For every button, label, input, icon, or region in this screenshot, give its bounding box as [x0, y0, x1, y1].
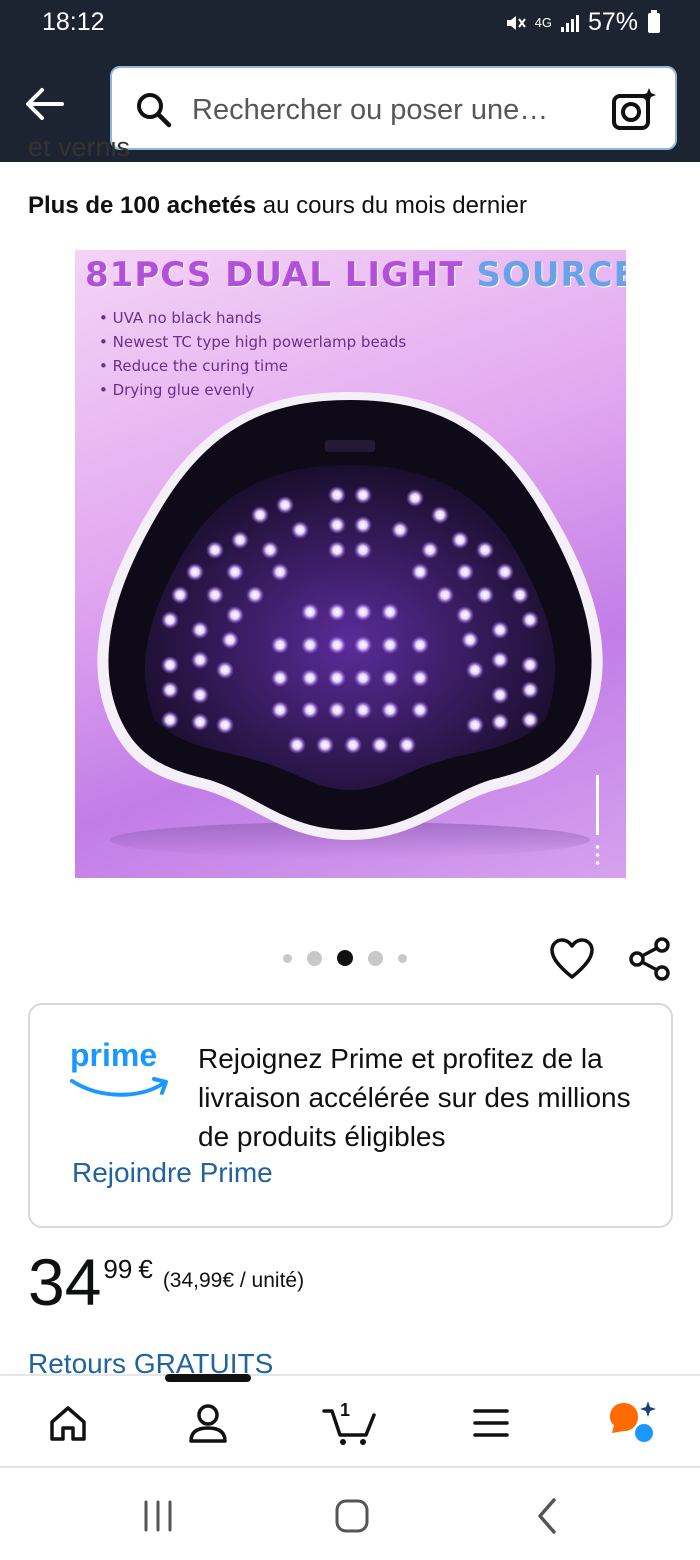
- nav-account[interactable]: [183, 1398, 233, 1448]
- cart-count: 1: [340, 1400, 351, 1420]
- image-bullet: UVA no black hands: [99, 306, 406, 330]
- image-bullet: Newest TC type high powerlamp beads: [99, 330, 407, 354]
- back-arrow-icon: [26, 88, 64, 120]
- price-currency: €: [138, 1254, 153, 1284]
- menu-icon: [473, 1409, 509, 1437]
- nav-active-indicator: [165, 1374, 251, 1382]
- camera-search-icon[interactable]: [611, 86, 657, 132]
- network-type: 4G: [534, 15, 552, 30]
- bottom-nav: 1: [0, 1374, 700, 1468]
- status-time: 18:12: [42, 8, 105, 36]
- share-icon[interactable]: [628, 936, 672, 982]
- system-nav-bar: [0, 1470, 700, 1560]
- purchase-count: Plus de 100 achetés au cours du mois der…: [28, 192, 527, 220]
- truncated-title: et vernis: [28, 140, 131, 162]
- top-bar: 18:12 4G 57%: [0, 0, 700, 162]
- price-fraction: 99: [103, 1254, 133, 1284]
- wishlist-heart-icon[interactable]: [549, 937, 595, 981]
- recent-apps-icon[interactable]: [136, 1496, 180, 1536]
- rufus-assistant-icon: [610, 1401, 656, 1442]
- image-bullet: Drying glue evenly: [99, 378, 406, 402]
- image-bullet: Reduce the curing time: [99, 354, 406, 378]
- purchase-count-bold: Plus de 100 achetés: [28, 192, 257, 219]
- carousel-dot-active[interactable]: [337, 950, 353, 966]
- search-bar[interactable]: [110, 66, 677, 150]
- purchase-count-rest: au cours du mois dernier: [256, 192, 527, 219]
- image-bullets: UVA no black hands Newest TC type high p…: [99, 306, 407, 402]
- battery-icon: [648, 9, 660, 33]
- product-image[interactable]: 81PCS DUAL LIGHT SOURCE UVA no black han…: [75, 250, 626, 878]
- home-button-icon[interactable]: [330, 1496, 374, 1536]
- nav-home[interactable]: [43, 1398, 93, 1448]
- signal-icon: [560, 14, 579, 32]
- prime-logo-text: prime: [70, 1037, 158, 1073]
- search-icon: [137, 93, 172, 128]
- prime-message: Rejoignez Prime et profitez de la livrai…: [198, 1043, 631, 1152]
- system-back-icon[interactable]: [526, 1496, 570, 1536]
- carousel-dot[interactable]: [307, 950, 322, 966]
- carousel-dots[interactable]: [283, 950, 407, 966]
- user-icon: [189, 1404, 227, 1443]
- nav-menu[interactable]: [466, 1398, 516, 1448]
- price-whole: 34: [28, 1245, 102, 1319]
- prime-logo: prime: [70, 1037, 175, 1107]
- image-headline: 81PCS DUAL LIGHT SOURCE: [85, 255, 626, 295]
- home-icon: [50, 1406, 86, 1441]
- back-button[interactable]: [20, 80, 68, 128]
- prime-smile-icon: [70, 1077, 168, 1097]
- join-prime-link[interactable]: Rejoindre Prime: [72, 1157, 273, 1189]
- mute-icon: [506, 15, 526, 30]
- carousel-dot[interactable]: [368, 950, 383, 966]
- search-input[interactable]: [192, 90, 592, 130]
- prime-promo-card[interactable]: prime Rejoignez Prime et profitez de la …: [28, 1003, 673, 1228]
- carousel-dot[interactable]: [283, 953, 292, 963]
- image-scroll-indicator: [595, 775, 600, 865]
- battery-level: 57%: [587, 8, 638, 36]
- price-block: 34 99 € (34,99€ / unité): [28, 1242, 304, 1322]
- status-icons: 4G 57%: [505, 8, 660, 37]
- nav-cart[interactable]: 1: [322, 1398, 378, 1448]
- free-returns-link[interactable]: Retours GRATUITS: [28, 1348, 273, 1374]
- unit-price: (34,99€ / unité): [162, 1269, 305, 1292]
- carousel-dot[interactable]: [398, 953, 407, 963]
- nav-assistant[interactable]: [606, 1398, 656, 1448]
